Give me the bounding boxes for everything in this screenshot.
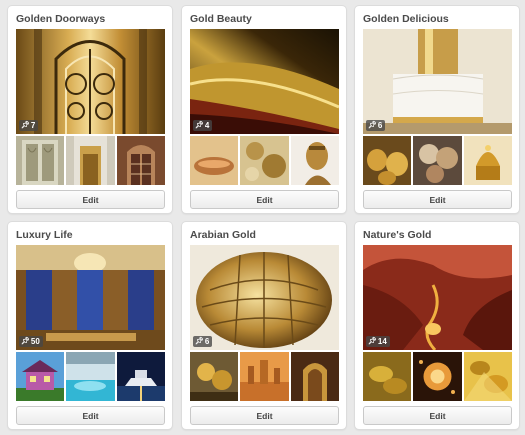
board-cover-image[interactable]: 📌︎ 14: [363, 245, 512, 350]
pin-count-badge: 📌︎ 4: [193, 120, 213, 131]
board-title[interactable]: Gold Beauty: [190, 13, 252, 25]
thumbnail-row: [16, 352, 165, 401]
pin-count: 6: [377, 121, 383, 130]
board-title[interactable]: Golden Delicious: [363, 13, 449, 25]
pin-count-badge: 📌︎ 6: [366, 120, 386, 131]
thumbnail-image[interactable]: [117, 352, 165, 401]
pin-count: 4: [204, 121, 210, 130]
board-card[interactable]: Golden Doorways 📌︎ 7 Edit: [8, 6, 172, 213]
pushpin-icon: 📌︎: [368, 122, 377, 129]
pushpin-icon: 📌︎: [195, 122, 204, 129]
pin-count-badge: 📌︎ 14: [366, 336, 390, 347]
thumbnail-image[interactable]: [464, 352, 512, 401]
board-title[interactable]: Nature's Gold: [363, 229, 431, 241]
board-card[interactable]: Golden Delicious 📌︎ 6 Edit: [355, 6, 519, 213]
thumbnail-image[interactable]: [363, 136, 411, 185]
thumbnail-image[interactable]: [291, 352, 339, 401]
edit-board-button[interactable]: Edit: [16, 190, 165, 209]
thumbnail-image[interactable]: [190, 352, 238, 401]
board-title[interactable]: Arabian Gold: [190, 229, 256, 241]
board-card[interactable]: Gold Beauty 📌︎ 4 Edit: [182, 6, 346, 213]
thumbnail-row: [16, 136, 165, 185]
board-title[interactable]: Luxury Life: [16, 229, 73, 241]
thumbnail-image[interactable]: [464, 136, 512, 185]
pin-count-badge: 📌︎ 7: [19, 120, 39, 131]
pushpin-icon: 📌︎: [195, 338, 204, 345]
pushpin-icon: 📌︎: [368, 338, 377, 345]
board-card[interactable]: Arabian Gold 📌︎ 6 Edit: [182, 222, 346, 429]
board-card[interactable]: Luxury Life 📌︎ 50 Edit: [8, 222, 172, 429]
thumbnail-row: [363, 352, 512, 401]
pin-count-badge: 📌︎ 6: [193, 336, 213, 347]
board-grid: Golden Doorways 📌︎ 7 Edit Gold Beauty 📌︎…: [0, 0, 525, 435]
edit-board-button[interactable]: Edit: [16, 406, 165, 425]
thumbnail-image[interactable]: [413, 352, 462, 401]
thumbnail-image[interactable]: [190, 136, 238, 185]
thumbnail-row: [190, 136, 339, 185]
board-cover-image[interactable]: 📌︎ 7: [16, 29, 165, 134]
thumbnail-image[interactable]: [363, 352, 411, 401]
board-cover-image[interactable]: 📌︎ 6: [190, 245, 339, 350]
thumbnail-image[interactable]: [16, 136, 64, 185]
pin-count: 14: [377, 337, 387, 346]
thumbnail-image[interactable]: [66, 136, 115, 185]
thumbnail-row: [363, 136, 512, 185]
thumbnail-image[interactable]: [413, 136, 462, 185]
edit-board-button[interactable]: Edit: [363, 406, 512, 425]
board-cover-image[interactable]: 📌︎ 4: [190, 29, 339, 134]
pin-count-badge: 📌︎ 50: [19, 336, 43, 347]
board-card[interactable]: Nature's Gold 📌︎ 14 Edit: [355, 222, 519, 429]
thumbnail-image[interactable]: [240, 352, 289, 401]
pin-count: 6: [204, 337, 210, 346]
thumbnail-row: [190, 352, 339, 401]
edit-board-button[interactable]: Edit: [363, 190, 512, 209]
board-cover-image[interactable]: 📌︎ 6: [363, 29, 512, 134]
pin-count: 50: [30, 337, 40, 346]
pushpin-icon: 📌︎: [21, 122, 30, 129]
pushpin-icon: 📌︎: [21, 338, 30, 345]
board-cover-image[interactable]: 📌︎ 50: [16, 245, 165, 350]
thumbnail-image[interactable]: [291, 136, 339, 185]
thumbnail-image[interactable]: [240, 136, 289, 185]
thumbnail-image[interactable]: [117, 136, 165, 185]
edit-board-button[interactable]: Edit: [190, 190, 339, 209]
edit-board-button[interactable]: Edit: [190, 406, 339, 425]
thumbnail-image[interactable]: [16, 352, 64, 401]
board-title[interactable]: Golden Doorways: [16, 13, 105, 25]
thumbnail-image[interactable]: [66, 352, 115, 401]
pin-count: 7: [30, 121, 36, 130]
